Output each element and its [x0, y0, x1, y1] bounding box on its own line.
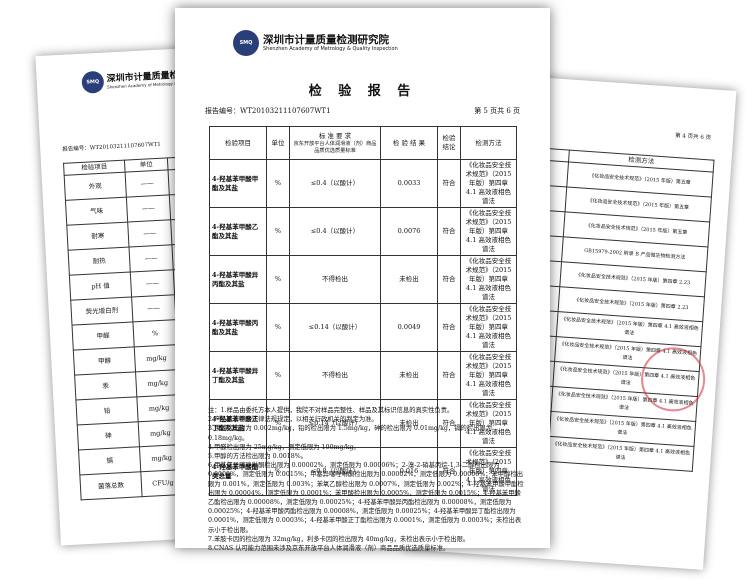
cell-method: 《化妆品安全技术规范》（2015 年版）第四章 4.1 高效液相色谱法 [460, 351, 517, 400]
cell-item: 4-羟基苯甲酸乙酯及其盐 [209, 207, 267, 256]
cell-item: 镉 [78, 446, 141, 475]
cell-std: ≤0.4（以酸计） [289, 207, 381, 256]
note-line: 2.产品是否符合法律法规规定，以相关行政机关的判定为准。 [208, 416, 378, 424]
cell-judge: 符合 [437, 303, 461, 352]
cell-item: 耐热 [68, 247, 131, 276]
cell-std: ≤0.4（以酸计） [289, 159, 381, 208]
institute-name-cn: 深圳市计量质量检测研究院 [263, 34, 389, 46]
institute-logo: SMQ 深圳市计量质量检测研究院 Shenzhen Academy of Met… [233, 30, 398, 56]
cell-unit: % [266, 159, 290, 208]
cell-unit: —— [129, 244, 174, 273]
report-number: 报告编号：WT20103211107607WT1 [205, 107, 331, 115]
page-number: 第 4 页共 6 页 [674, 132, 712, 142]
note-line: 4.甲醛检出限为 25mg/kg，测定低限为 100mg/kg。 [208, 443, 360, 451]
cell-method: 《化妆品安全技术规范》（2015 年版）第四章 4.1 高效液相色谱法 [460, 207, 517, 256]
cell-unit: —— [131, 294, 176, 322]
cell-result: 0.0033 [380, 159, 438, 208]
cell-item: 4-羟基苯甲酸甲酯及其盐 [209, 159, 267, 208]
std-subtitle: 京东开放平台人体润滑液（剂）商品品质优选质量标准 [293, 140, 377, 154]
col-judge: 检验结论 [437, 126, 461, 160]
institute-seal-icon: SMQ [233, 30, 259, 56]
table-row: 4-羟基苯甲酸甲酯及其盐% ≤0.4（以酸计） 0.0033 符合 《化妆品安全技术规范… [209, 159, 517, 208]
cell-item: 4-羟基苯甲酸异丙酯及其盐 [209, 255, 267, 304]
cell-judge: 符合 [437, 207, 461, 256]
institute-name-en: Shenzhen Academy of Metrology & Quality … [263, 46, 398, 52]
cell-std: 不得检出 [289, 255, 381, 304]
col-item: 检验项目 [209, 126, 267, 160]
note-line: 6.甲基氯异噻唑啉酮检出限为 0.00002%，测定低限为 0.00006%；2… [208, 462, 524, 534]
cell-item: 甲醛 [72, 321, 135, 351]
cell-result: 0.0076 [380, 207, 438, 256]
cell-item: 甲醇 [73, 346, 136, 376]
cell-item: pH 值 [69, 272, 132, 301]
cell-method: 《化妆品安全技术规范》（2015 年版）第四章 4.1 高效液相色谱法 [460, 159, 517, 208]
note-line: 5.甲醇的方法检出限为 0.0018%。 [208, 453, 307, 461]
note-line: 7.苯胺卡因的检出限为 32mg/kg，利多卡因的检出限为 40mg/kg，未检… [208, 535, 470, 543]
note-line: 注：1.样品由委托方本人提供，我院不对样品完整性、样品及其标识信息的真实性负责。 [208, 407, 454, 414]
report-number: 报告编号：WT20103211107607WT1 [62, 141, 161, 153]
cell-unit: —— [125, 169, 170, 198]
cell-unit: % [266, 351, 290, 400]
report-page-front: SMQ 深圳市计量质量检测研究院 Shenzhen Academy of Met… [175, 8, 550, 552]
cell-item: 4-羟基苯甲酸丙酯及其盐 [209, 303, 267, 352]
cell-unit: % [133, 319, 178, 347]
cell-unit: % [266, 303, 290, 352]
col-std: 标 准 要 求 京东开放平台人体润滑液（剂）商品品质优选质量标准 [289, 126, 381, 160]
cell-result: 未检出 [380, 255, 438, 304]
cell-unit: % [266, 255, 290, 304]
note-line: 8.CNAS 认可能力范围未涉及京东开放平台人体润滑液（剂）商品品质优选质量标准… [208, 545, 450, 553]
table-row: 4-羟基苯甲酸异丙酯及其盐% 不得检出 未检出 符合 《化妆品安全技术规范》（2015 … [209, 255, 517, 304]
cell-item: 耐寒 [66, 222, 130, 251]
institute-seal-icon: SMQ [81, 70, 105, 94]
page-number: 第 5 页共 6 页 [474, 107, 520, 115]
cell-result: 未检出 [380, 351, 438, 400]
cell-unit: % [266, 207, 290, 256]
cell-item: 气味 [65, 197, 128, 226]
cell-item: 汞 [74, 371, 137, 401]
table-row: 4-羟基苯甲酸异丁酯及其盐% 不得检出 未检出 符合 《化妆品安全技术规范》（2015 … [209, 351, 517, 400]
cell-item: 菌落总数 [79, 471, 143, 500]
cell-item: 荧光增白剂 [70, 296, 134, 326]
cell-item: 外观 [64, 172, 127, 201]
note-line: 3.汞的检出限为 0.002mg/kg，铅的检出限为 1.5mg/kg，砷的检出… [208, 425, 492, 442]
cell-unit: —— [127, 219, 172, 248]
table-row: 4-羟基苯甲酸丙酯及其盐% ≤0.14（以酸计） 0.0049 符合 《化妆品安全技术规… [209, 303, 517, 352]
col-result: 检 验 结 果 [380, 126, 438, 160]
col-method: 检测方法 [460, 126, 517, 160]
cell-method: 《化妆品安全技术规范》（2015 年版）第四章 4.1 高效液相色谱法 [460, 303, 517, 352]
cell-judge: 符合 [437, 351, 461, 400]
cell-std: 不得检出 [289, 351, 381, 400]
cell-judge: 符合 [437, 255, 461, 304]
cell-unit: mg/kg [134, 344, 179, 372]
col-unit: 单位 [266, 126, 290, 160]
cell-item: 4-羟基苯甲酸异丁酯及其盐 [209, 351, 267, 400]
cell-item: 铅 [75, 396, 139, 426]
cell-unit: mg/kg [135, 369, 180, 397]
cell-unit: —— [126, 194, 171, 223]
std-title: 标 准 要 求 [318, 131, 352, 140]
cell-item: 砷 [77, 421, 140, 450]
cell-std: ≤0.14（以酸计） [289, 303, 381, 352]
report-title: 检 验 报 告 [308, 84, 417, 99]
cell-result: 0.0049 [380, 303, 438, 352]
notes-section: 注：1.样品由委托方本人提供，我院不对样品完整性、样品及其标识信息的真实性负责。… [208, 406, 526, 553]
cell-unit: —— [130, 269, 175, 297]
table-row: 4-羟基苯甲酸乙酯及其盐% ≤0.4（以酸计） 0.0076 符合 《化妆品安全技术规范… [209, 207, 517, 256]
cell-judge: 符合 [437, 159, 461, 208]
cell-method: 《化妆品安全技术规范》（2015 年版）第四章 4.1 高效液相色谱法 [460, 255, 517, 304]
